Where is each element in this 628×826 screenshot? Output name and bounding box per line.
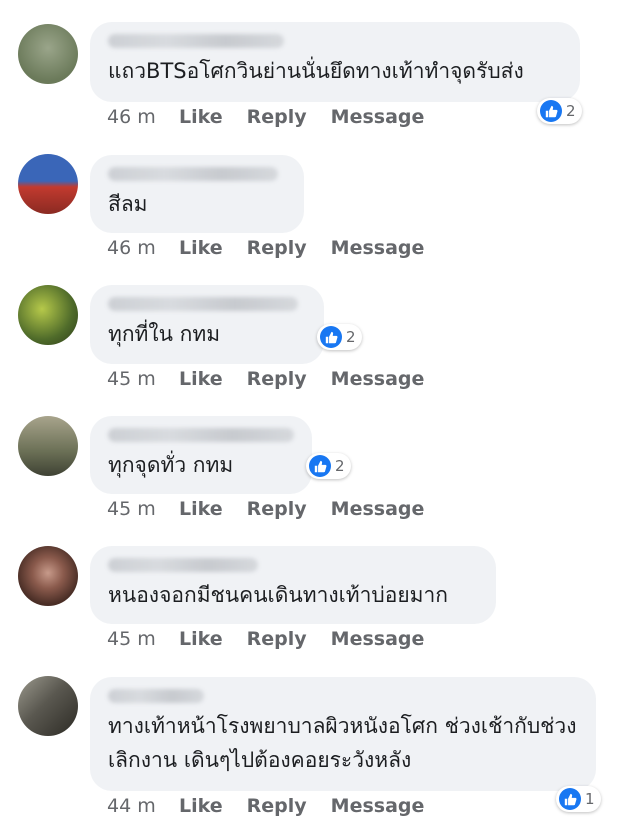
comment-text: สีลม: [108, 192, 148, 216]
message-button[interactable]: Message: [331, 237, 425, 259]
comment-bubble: หนองจอกมีชนคนเดินทางเท้าบ่อยมาก: [90, 546, 496, 624]
timestamp[interactable]: 46 m: [107, 106, 179, 128]
comment-actions: 46 m Like Reply Message: [107, 237, 448, 259]
message-button[interactable]: Message: [331, 368, 425, 390]
reaction-badge[interactable]: 2: [306, 453, 351, 479]
avatar[interactable]: [18, 676, 78, 736]
reaction-count: 2: [566, 102, 576, 120]
message-button[interactable]: Message: [331, 795, 425, 817]
like-button[interactable]: Like: [179, 795, 223, 817]
avatar[interactable]: [18, 546, 78, 606]
author-name[interactable]: [108, 34, 284, 48]
reaction-badge[interactable]: 2: [537, 98, 582, 124]
timestamp[interactable]: 45 m: [107, 498, 179, 520]
comment-actions: 46 m Like Reply Message: [107, 106, 448, 128]
reply-button[interactable]: Reply: [247, 106, 307, 128]
timestamp[interactable]: 45 m: [107, 368, 179, 390]
thumbs-up-icon: [540, 100, 562, 122]
author-name[interactable]: [108, 689, 204, 703]
timestamp[interactable]: 45 m: [107, 628, 179, 650]
comment-actions: 45 m Like Reply Message: [107, 368, 448, 390]
like-button[interactable]: Like: [179, 498, 223, 520]
like-button[interactable]: Like: [179, 237, 223, 259]
comment-text: ทุกจุดทั่ว กทม: [108, 453, 234, 477]
reaction-count: 2: [335, 457, 345, 475]
comment-actions: 45 m Like Reply Message: [107, 498, 448, 520]
like-button[interactable]: Like: [179, 368, 223, 390]
reaction-badge[interactable]: 2: [317, 324, 362, 350]
thumbs-up-icon: [309, 455, 331, 477]
reply-button[interactable]: Reply: [247, 795, 307, 817]
avatar[interactable]: [18, 24, 78, 84]
reply-button[interactable]: Reply: [247, 368, 307, 390]
comment-bubble: ทุกที่ใน กทม: [90, 285, 324, 364]
author-name[interactable]: [108, 167, 278, 181]
thumbs-up-icon: [559, 788, 581, 810]
message-button[interactable]: Message: [331, 498, 425, 520]
timestamp[interactable]: 46 m: [107, 237, 179, 259]
comment-text: ทุกที่ใน กทม: [108, 322, 221, 346]
reaction-count: 2: [346, 328, 356, 346]
avatar[interactable]: [18, 154, 78, 214]
avatar[interactable]: [18, 416, 78, 476]
timestamp[interactable]: 44 m: [107, 795, 179, 817]
author-name[interactable]: [108, 297, 298, 311]
comment-bubble: สีลม: [90, 155, 304, 233]
thumbs-up-icon: [320, 326, 342, 348]
avatar[interactable]: [18, 285, 78, 345]
comment-text: แถวBTSอโศกวินย่านนั่นยึดทางเท้าทำจุดรับส…: [108, 59, 524, 83]
comment-bubble: แถวBTSอโศกวินย่านนั่นยึดทางเท้าทำจุดรับส…: [90, 22, 580, 102]
message-button[interactable]: Message: [331, 106, 425, 128]
reaction-count: 1: [585, 790, 595, 808]
author-name[interactable]: [108, 558, 258, 572]
comment-actions: 44 m Like Reply Message: [107, 795, 448, 817]
comment-text: หนองจอกมีชนคนเดินทางเท้าบ่อยมาก: [108, 583, 449, 607]
reaction-badge[interactable]: 1: [556, 786, 601, 812]
comment-actions: 45 m Like Reply Message: [107, 628, 448, 650]
reply-button[interactable]: Reply: [247, 628, 307, 650]
like-button[interactable]: Like: [179, 628, 223, 650]
comment-bubble: ทางเท้าหน้าโรงพยาบาลผิวหนังอโศก ช่วงเช้า…: [90, 677, 596, 791]
author-name[interactable]: [108, 428, 294, 442]
reply-button[interactable]: Reply: [247, 498, 307, 520]
like-button[interactable]: Like: [179, 106, 223, 128]
reply-button[interactable]: Reply: [247, 237, 307, 259]
message-button[interactable]: Message: [331, 628, 425, 650]
comment-bubble: ทุกจุดทั่ว กทม: [90, 416, 312, 494]
comment-text: ทางเท้าหน้าโรงพยาบาลผิวหนังอโศก ช่วงเช้า…: [108, 714, 577, 772]
